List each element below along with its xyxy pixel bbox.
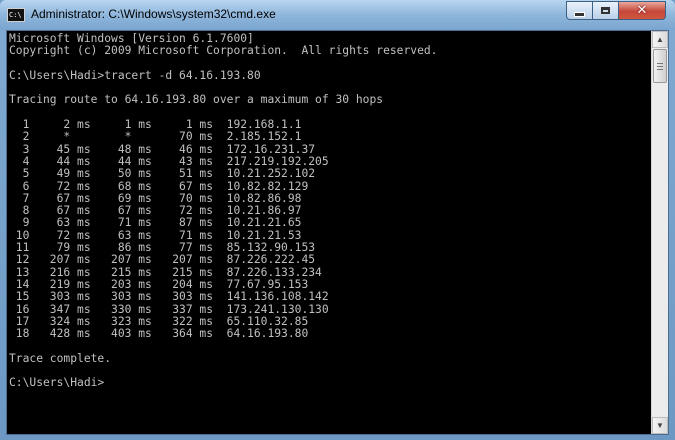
cmd-app-icon[interactable]: C:\	[7, 8, 25, 22]
console-line: Trace complete.	[9, 351, 112, 365]
console-line: Copyright (c) 2009 Microsoft Corporation…	[9, 44, 438, 58]
close-button[interactable]: ✕	[618, 1, 666, 20]
console-line: C:\Users\Hadi>tracert -d 64.16.193.80	[9, 68, 261, 82]
console-line: Tracing route to 64.16.193.80 over a max…	[9, 93, 384, 107]
console-line: 12 207 ms 207 ms 207 ms 87.226.222.45	[9, 253, 316, 267]
grip-line	[657, 63, 663, 64]
console-line: 15 303 ms 303 ms 303 ms 141.136.108.142	[9, 290, 329, 304]
maximize-icon	[601, 7, 610, 14]
grip-line	[657, 66, 663, 67]
minimize-icon	[574, 11, 585, 17]
console-line: 18 428 ms 403 ms 364 ms 64.16.193.80	[9, 327, 309, 341]
title-bar[interactable]: C:\ Administrator: C:\Windows\system32\c…	[0, 0, 675, 30]
console-line: C:\Users\Hadi>	[9, 376, 105, 390]
console-line: 16 347 ms 330 ms 337 ms 173.241.130.130	[9, 302, 329, 316]
scrollbar-thumb[interactable]	[653, 49, 667, 83]
vertical-scrollbar[interactable]: ▲ ▼	[651, 31, 668, 434]
grip-line	[657, 69, 663, 70]
scroll-up-arrow-icon[interactable]: ▲	[652, 31, 668, 48]
console-line: 5 49 ms 50 ms 51 ms 10.21.252.102	[9, 167, 316, 181]
minimize-button[interactable]	[566, 1, 593, 20]
console-output[interactable]: Microsoft Windows [Version 6.1.7600] Copy…	[7, 31, 651, 434]
close-icon: ✕	[636, 3, 648, 18]
maximize-button[interactable]	[592, 1, 619, 20]
console-line: 2 * * 70 ms 2.185.152.1	[9, 130, 302, 144]
console-frame: Microsoft Windows [Version 6.1.7600] Copy…	[6, 30, 669, 435]
console-line: 6 72 ms 68 ms 67 ms 10.82.82.129	[9, 179, 309, 193]
cmd-window: C:\ Administrator: C:\Windows\system32\c…	[0, 0, 675, 440]
scroll-down-arrow-icon[interactable]: ▼	[652, 417, 668, 434]
window-title: Administrator: C:\Windows\system32\cmd.e…	[31, 7, 276, 21]
console-line: 9 63 ms 71 ms 87 ms 10.21.21.65	[9, 216, 302, 230]
